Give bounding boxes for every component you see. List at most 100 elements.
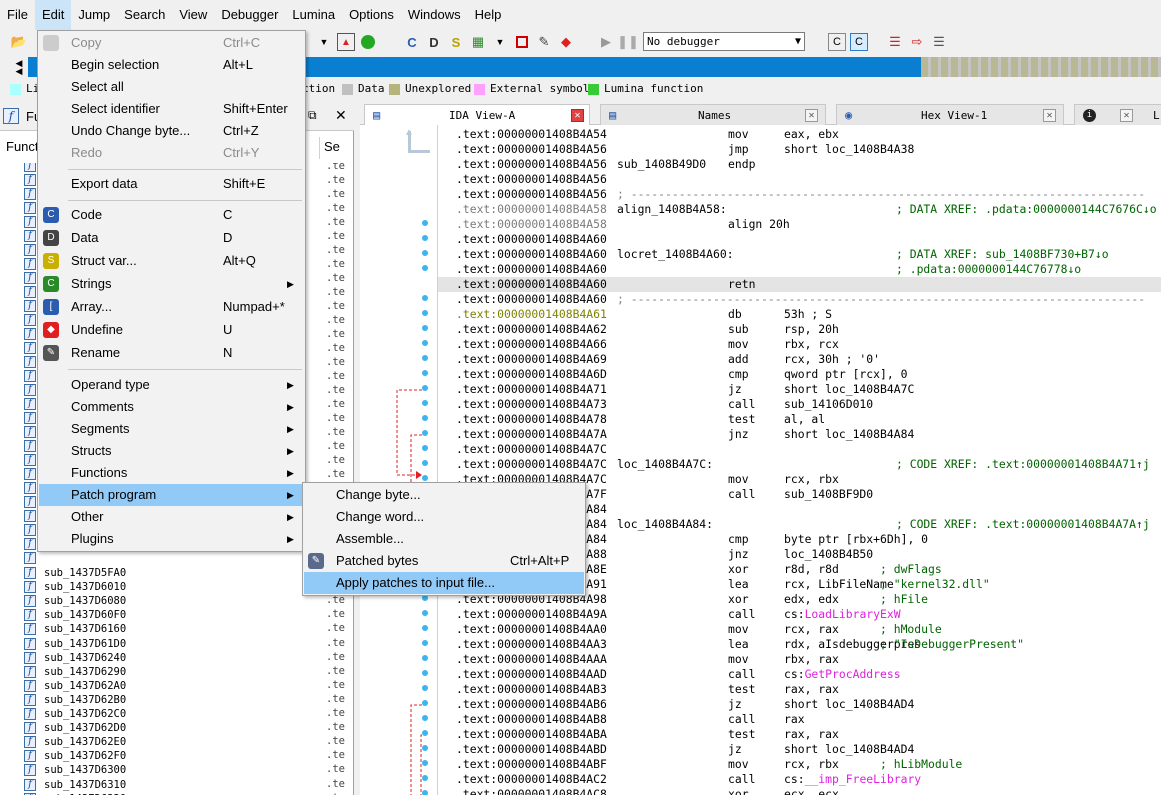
- list-arrow-icon[interactable]: ⇨: [908, 33, 926, 51]
- restore-icon[interactable]: ⧉: [308, 108, 317, 123]
- debug-c2-icon[interactable]: C: [850, 33, 868, 51]
- disasm-line[interactable]: .text:00000001408B4AAD call cs:GetProcAddr…: [438, 667, 1161, 682]
- disasm-line[interactable]: .text:00000001408B4AB8 call rax: [438, 712, 1161, 727]
- disasm-line[interactable]: .text:00000001408B4AB6 jz short loc_1408B4…: [438, 697, 1161, 712]
- menu-item-struct-var[interactable]: S Struct var... Alt+Q: [39, 250, 304, 272]
- menu-search[interactable]: Search: [117, 0, 172, 30]
- list-grey-icon[interactable]: ☰: [930, 33, 948, 51]
- list-red-icon[interactable]: ☰: [886, 33, 904, 51]
- menu-item-export-data[interactable]: Export data Shift+E: [39, 173, 304, 195]
- menu-item-rename[interactable]: ✎ Rename N: [39, 342, 304, 364]
- function-row[interactable]: f sub_1437D60F0: [24, 608, 126, 622]
- function-row[interactable]: f sub_1437D62D0: [24, 721, 126, 735]
- disasm-line[interactable]: .text:00000001408B4ABA test rax, rax: [438, 727, 1161, 742]
- disasm-line[interactable]: .text:00000001408B4A62 sub rsp, 20h: [438, 322, 1161, 337]
- menu-item-plugins[interactable]: Plugins ▶: [39, 528, 304, 550]
- submenu-item-change-byte[interactable]: Change byte...: [304, 484, 584, 506]
- disasm-line[interactable]: .text:00000001408B4AAA mov rbx, rax: [438, 652, 1161, 667]
- disasm-line[interactable]: .text:00000001408B4A7A jnz short loc_1408B…: [438, 427, 1161, 442]
- disasm-line[interactable]: .text:00000001408B4A6D cmp qword ptr [rcx]…: [438, 367, 1161, 382]
- debug-c-icon[interactable]: C: [828, 33, 846, 51]
- undefine-toolbar-icon[interactable]: ◆: [557, 33, 575, 51]
- disasm-line[interactable]: .text:00000001408B4A60 locret_1408B4A60:;…: [438, 247, 1161, 262]
- menu-item-other[interactable]: Other ▶: [39, 506, 304, 528]
- disasm-line[interactable]: .text:00000001408B4A54 mov eax, ebx: [438, 127, 1161, 142]
- disasm-line[interactable]: .text:00000001408B4A73 call sub_14106D010: [438, 397, 1161, 412]
- function-row[interactable]: f sub_1437D6010: [24, 580, 126, 594]
- menu-item-operand-type[interactable]: Operand type ▶: [39, 374, 304, 396]
- function-row[interactable]: f sub_1437D62E0: [24, 735, 126, 749]
- function-row[interactable]: f sub_1437D62F0: [24, 749, 126, 763]
- function-row[interactable]: f sub_1437D6300: [24, 763, 126, 777]
- menu-item-patch-program[interactable]: Patch program ▶: [39, 484, 304, 506]
- function-row[interactable]: f sub_1437D5FA0: [24, 566, 126, 580]
- pause-icon[interactable]: ❚❚: [617, 33, 639, 51]
- open-icon[interactable]: 📂: [10, 33, 28, 51]
- function-row[interactable]: fsub_1437D6320: [24, 792, 126, 795]
- disasm-line[interactable]: .text:00000001408B4A60 ; ----------------…: [438, 292, 1161, 307]
- disasm-line[interactable]: .text:00000001408B4A7C loc_1408B4A7C: ; CO…: [438, 457, 1161, 472]
- tab-hex-view-1[interactable]: ◉ Hex View-1 ✕: [836, 104, 1064, 125]
- function-row[interactable]: f sub_1437D6310: [24, 778, 126, 792]
- play-icon[interactable]: ▶: [597, 33, 615, 51]
- function-row[interactable]: f sub_1437D62B0: [24, 693, 126, 707]
- disasm-line[interactable]: .text:00000001408B4A60 ; .pdata:000000014…: [438, 262, 1161, 277]
- function-row[interactable]: f sub_1437D6240: [24, 651, 126, 665]
- disasm-line[interactable]: .text:00000001408B4A66 mov rbx, rcx: [438, 337, 1161, 352]
- submenu-item-assemble[interactable]: Assemble...: [304, 528, 584, 550]
- disasm-line[interactable]: .text:00000001408B4A61 db 53h ; S: [438, 307, 1161, 322]
- stop-red-icon[interactable]: [513, 33, 531, 51]
- tab-close-icon[interactable]: ✕: [805, 109, 818, 122]
- function-row[interactable]: f sub_1437D61D0: [24, 637, 126, 651]
- code-toolbar-icon[interactable]: C: [403, 33, 421, 51]
- menu-item-redo[interactable]: Redo Ctrl+Y: [39, 142, 304, 164]
- disassembly-view[interactable]: .text:00000001408B4A54 mov eax, ebx .text:0…: [438, 125, 1161, 795]
- menu-edit[interactable]: Edit: [34, 0, 72, 30]
- menu-debugger[interactable]: Debugger: [214, 0, 285, 30]
- tab-extra[interactable]: i ✕ L: [1074, 104, 1161, 125]
- menu-item-begin-selection[interactable]: Begin selection Alt+L: [39, 54, 304, 76]
- tab-close-icon[interactable]: ✕: [571, 109, 584, 122]
- menu-item-functions[interactable]: Functions ▶: [39, 462, 304, 484]
- graph-red-icon[interactable]: ▲: [337, 33, 355, 51]
- menu-item-code[interactable]: C Code C: [39, 204, 304, 226]
- debugger-select[interactable]: No debugger ▼: [643, 32, 805, 51]
- menu-item-data[interactable]: D Data D: [39, 227, 304, 249]
- struct-toolbar-icon[interactable]: S: [447, 33, 465, 51]
- data-toolbar-icon[interactable]: D: [425, 33, 443, 51]
- menu-lumina[interactable]: Lumina: [285, 0, 342, 30]
- menu-item-comments[interactable]: Comments ▶: [39, 396, 304, 418]
- menu-item-undo-change-byte[interactable]: Undo Change byte... Ctrl+Z: [39, 120, 304, 142]
- disasm-line[interactable]: .text:00000001408B4AC2 call cs:__imp_FreeL…: [438, 772, 1161, 787]
- menu-item-array[interactable]: [Array... Numpad+*: [39, 296, 304, 318]
- function-row[interactable]: f sub_1437D62C0: [24, 707, 126, 721]
- function-row[interactable]: f sub_1437D6080: [24, 594, 126, 608]
- tab-names[interactable]: ▤ Names ✕: [600, 104, 826, 125]
- disasm-line[interactable]: .text:00000001408B4AA3 lea rdx, aIsdebugge…: [438, 637, 1161, 652]
- close-icon[interactable]: ✕: [335, 107, 347, 124]
- grid-toolbar-icon[interactable]: ▦: [469, 33, 487, 51]
- disasm-line[interactable]: .text:00000001408B4A71 jz short loc_1408B4…: [438, 382, 1161, 397]
- disasm-line[interactable]: .text:00000001408B4AC8 xor ecx, ecx: [438, 787, 1161, 795]
- menu-jump[interactable]: Jump: [71, 0, 117, 30]
- menu-help[interactable]: Help: [468, 0, 509, 30]
- menu-options[interactable]: Options: [342, 0, 401, 30]
- disasm-line[interactable]: .text:00000001408B4ABF mov rcx, rbx ; hLibM…: [438, 757, 1161, 772]
- menu-item-segments[interactable]: Segments ▶: [39, 418, 304, 440]
- disasm-line[interactable]: .text:00000001408B4A58 align 20h: [438, 217, 1161, 232]
- disasm-line[interactable]: .text:00000001408B4A7C: [438, 442, 1161, 457]
- menu-item-structs[interactable]: Structs ▶: [39, 440, 304, 462]
- menu-item-copy[interactable]: Copy Ctrl+C: [39, 32, 304, 54]
- disasm-line[interactable]: .text:00000001408B4A56: [438, 172, 1161, 187]
- tab-close-icon[interactable]: ✕: [1120, 109, 1133, 122]
- tab-ida-view-a[interactable]: ▤ IDA View-A ✕: [364, 104, 590, 125]
- disasm-line[interactable]: .text:00000001408B4A56 jmp short loc_1408B…: [438, 142, 1161, 157]
- disasm-line[interactable]: .text:00000001408B4AB3 test rax, rax: [438, 682, 1161, 697]
- disasm-line[interactable]: .text:00000001408B4A60: [438, 232, 1161, 247]
- green-circle-icon[interactable]: [359, 33, 377, 51]
- toolbar-dropdown-icon[interactable]: ▼: [315, 33, 333, 51]
- disasm-line[interactable]: .text:00000001408B4A69 add rcx, 30h ; '0': [438, 352, 1161, 367]
- rename-toolbar-icon[interactable]: ✎: [535, 33, 553, 51]
- menu-file[interactable]: File: [0, 0, 35, 30]
- disasm-line[interactable]: .text:00000001408B4A58 align_1408B4A58: ; …: [438, 202, 1161, 217]
